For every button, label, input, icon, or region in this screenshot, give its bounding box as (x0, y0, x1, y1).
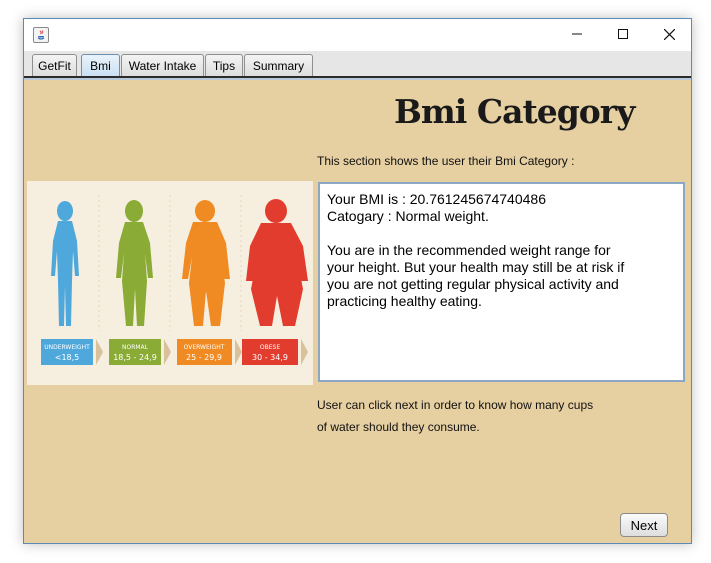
minimize-button[interactable] (554, 19, 600, 49)
advice-line-2: your height. But your health may still b… (327, 259, 625, 275)
advice-line-1: You are in the recommended weight range … (327, 242, 611, 258)
maximize-icon (618, 29, 628, 39)
java-app-icon (33, 27, 49, 43)
tab-bmi[interactable]: Bmi (81, 54, 120, 77)
next-button[interactable]: Next (620, 513, 668, 537)
bmi-category-figure: UNDERWEIGHT <18,5 NORMAL 18,5 - 24,9 OVE… (27, 181, 313, 385)
underweight-range: <18,5 (55, 353, 80, 362)
next-hint-line-2: of water should they consume. (317, 420, 480, 434)
advice-line-4: practicing healthy eating. (327, 293, 482, 309)
close-button[interactable] (646, 19, 692, 49)
bmi-value-line: Your BMI is : 20.761245674740486 (327, 191, 546, 207)
next-hint-line-1: User can click next in order to know how… (317, 398, 594, 412)
tab-summary[interactable]: Summary (244, 54, 313, 77)
obese-label: OBESE (260, 344, 280, 351)
overweight-label: OVERWEIGHT (184, 344, 225, 351)
tab-water-intake[interactable]: Water Intake (121, 54, 204, 77)
underweight-label: UNDERWEIGHT (44, 344, 90, 351)
tab-getfit[interactable]: GetFit (32, 54, 77, 77)
bmi-panel: Bmi Category This section shows the user… (24, 80, 691, 543)
normal-range: 18,5 - 24,9 (113, 353, 157, 362)
app-window: GetFit Bmi Water Intake Tips Summary Bmi… (23, 18, 692, 544)
advice-line-3: you are not getting regular physical act… (327, 276, 619, 292)
bmi-result-textarea[interactable]: Your BMI is : 20.761245674740486 Catogar… (318, 182, 685, 382)
page-title: Bmi Category (394, 92, 635, 131)
obese-range: 30 - 34,9 (252, 353, 288, 362)
category-line: Catogary : Normal weight. (327, 208, 489, 224)
section-description: This section shows the user their Bmi Ca… (317, 154, 575, 168)
normal-label: NORMAL (122, 344, 149, 351)
tab-tips[interactable]: Tips (205, 54, 243, 77)
title-bar (24, 19, 691, 51)
overweight-range: 25 - 29,9 (186, 353, 222, 362)
close-icon (663, 28, 675, 40)
minimize-icon (572, 33, 582, 35)
maximize-button[interactable] (600, 19, 646, 49)
tab-bar: GetFit Bmi Water Intake Tips Summary (24, 51, 691, 77)
